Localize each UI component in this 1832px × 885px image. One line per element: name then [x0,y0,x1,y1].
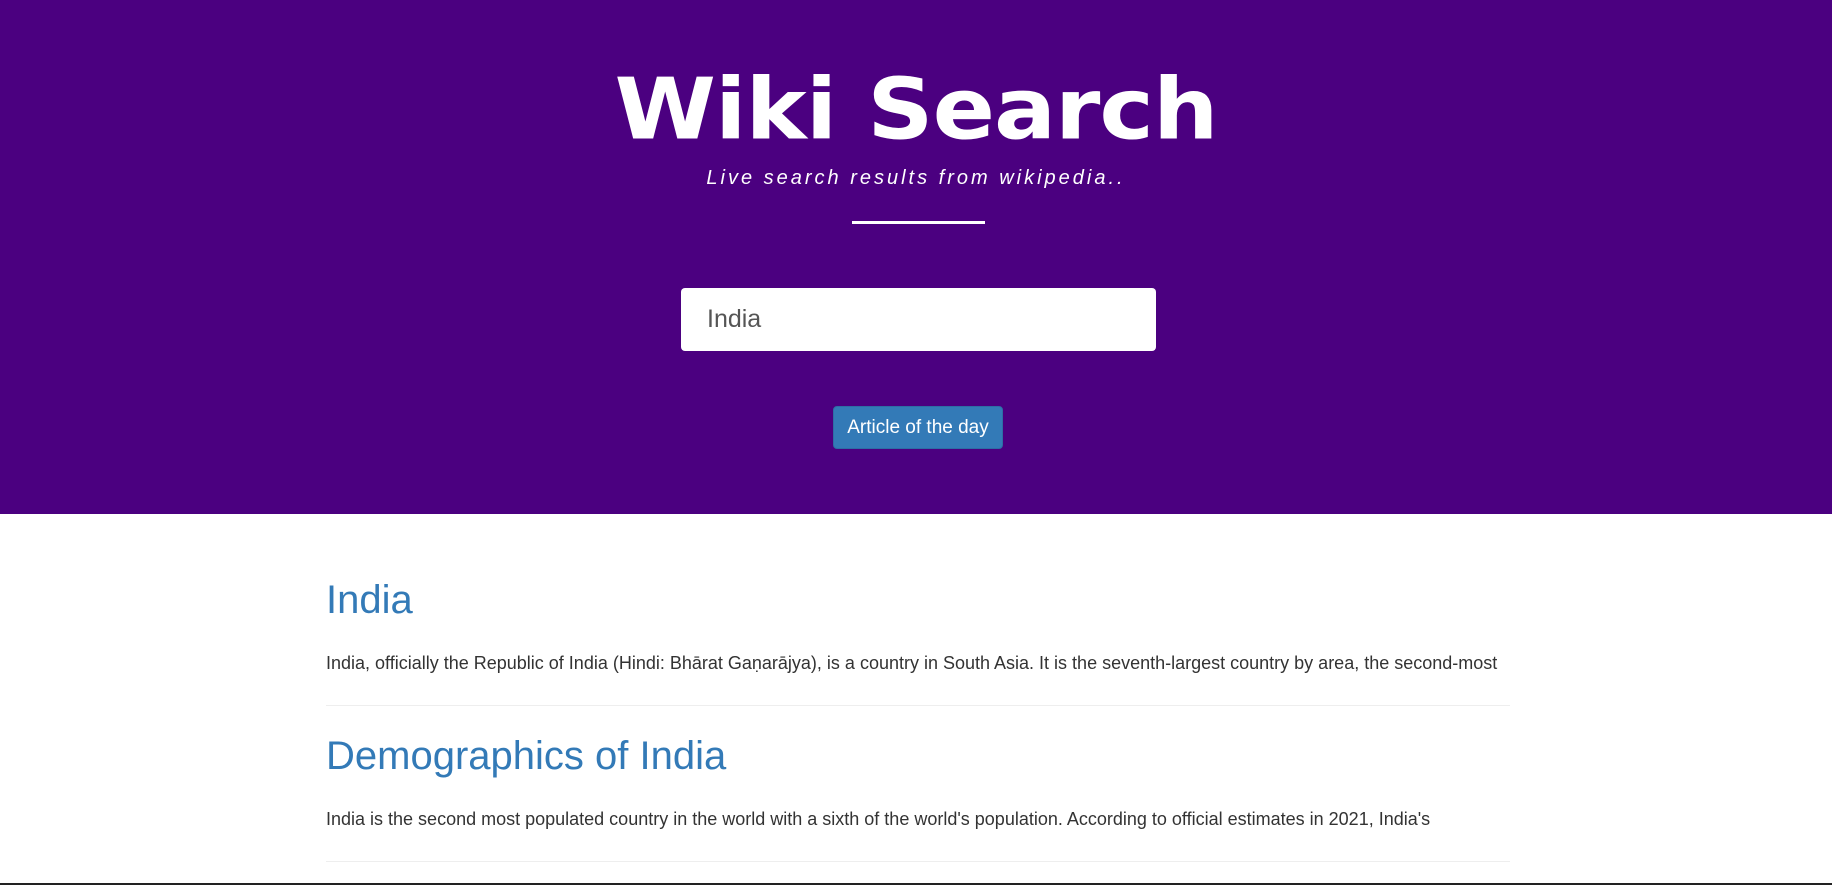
search-input[interactable] [681,288,1156,351]
site-subtitle: Live search results from wikipedia.. [706,167,1126,189]
site-title: Wiki Search [614,60,1219,159]
header-divider [852,221,985,224]
search-result: Demographics of India India is the secon… [326,706,1510,862]
result-snippet: India, officially the Republic of India … [326,653,1498,673]
page: Wiki Search Live search results from wik… [0,0,1832,885]
article-of-the-day-button[interactable]: Article of the day [833,406,1003,449]
search-results: India India, officially the Republic of … [326,560,1510,862]
result-snippet: India is the second most populated count… [326,809,1431,829]
search-result: India India, officially the Republic of … [326,560,1510,706]
hero-header: Wiki Search Live search results from wik… [0,0,1832,514]
result-title-link[interactable]: Demographics of India [326,716,1510,796]
result-title-link[interactable]: India [326,560,1510,640]
